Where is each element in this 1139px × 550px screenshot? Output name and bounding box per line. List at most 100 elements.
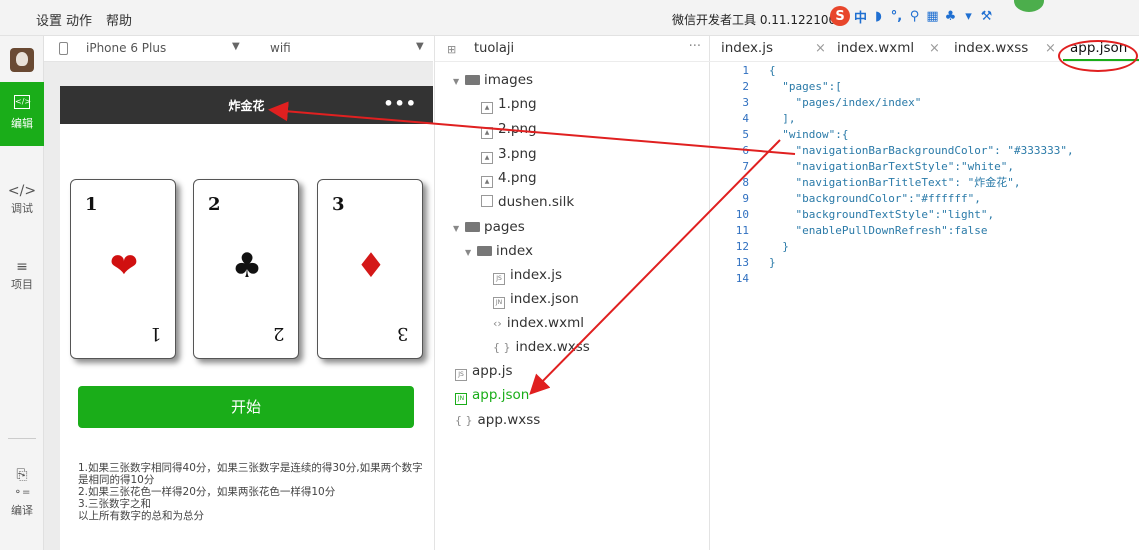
- file-icon: [481, 195, 493, 207]
- close-icon[interactable]: ×: [925, 40, 940, 56]
- tree-node-label: 2.png: [498, 121, 537, 137]
- file-2-png[interactable]: ▲ 2.png: [481, 121, 537, 139]
- code-line: }: [769, 256, 776, 269]
- code-icon: </>: [7, 183, 37, 199]
- js-file-icon: JS: [493, 273, 505, 285]
- settings-small-icon: ⚬=: [13, 487, 31, 498]
- tree-node-label: index.wxss: [515, 339, 590, 355]
- tree-node-label: 4.png: [498, 170, 537, 186]
- code-line: }: [769, 240, 789, 253]
- ime-wrench-icon[interactable]: ⚒: [979, 9, 994, 24]
- window-title: 微信开发者工具 0.11.122100: [672, 13, 837, 27]
- line-number: 5: [742, 128, 749, 141]
- avatar[interactable]: [10, 48, 34, 72]
- image-file-icon: ▲: [481, 127, 493, 139]
- nav-title: 炸金花: [228, 99, 265, 113]
- tab-index-wxss[interactable]: index.wxss: [954, 40, 1028, 56]
- sidebar-item-edit[interactable]: </> 编辑: [0, 82, 44, 146]
- code-line: "enablePullDownRefresh":false: [769, 224, 988, 237]
- tab-label: index.wxml: [837, 40, 915, 56]
- tree-node-label: index: [496, 243, 533, 259]
- line-number: 11: [735, 224, 749, 237]
- caret-down-icon[interactable]: ▼: [453, 77, 465, 86]
- line-number: 14: [735, 272, 749, 285]
- tab-index-wxml[interactable]: index.wxml: [837, 40, 914, 56]
- folder-pages[interactable]: ▼ pages: [453, 219, 525, 235]
- rule-line: 1.如果三张数字相同得40分，如果三张数字是连续的得30分,如果两个数字是相同的…: [78, 462, 423, 486]
- close-icon[interactable]: ×: [811, 40, 826, 56]
- tree-node-label: dushen.silk: [498, 194, 575, 210]
- playing-card[interactable]: 1 ❤ 1: [70, 179, 176, 359]
- tab-index-js[interactable]: index.js: [721, 40, 773, 56]
- tree-node-label: app.js: [472, 363, 513, 379]
- ime-moon-icon[interactable]: ◗: [871, 9, 886, 24]
- tab-close[interactable]: ×: [929, 41, 940, 56]
- caret-down-icon[interactable]: ▼: [465, 248, 477, 257]
- more-icon[interactable]: ···: [689, 39, 701, 54]
- code-line: "navigationBarTitleText": "炸金花",: [769, 176, 1021, 189]
- playing-card[interactable]: 3 ♦ 3: [317, 179, 423, 359]
- sidebar-item-compile[interactable]: ⎘ ⚬= 编译: [0, 466, 44, 518]
- folder-index[interactable]: ▼ index: [465, 243, 533, 259]
- more-icon[interactable]: •••: [383, 94, 417, 113]
- ime-keyboard-icon[interactable]: ▦: [925, 9, 940, 24]
- tree-node-label: index.json: [510, 291, 579, 307]
- file-index-json[interactable]: JN index.json: [493, 291, 579, 309]
- navigation-bar: 炸金花 •••: [60, 86, 433, 124]
- simulator-area: 炸金花 ••• 1 ❤ 1 2 ♣ 2 3 ♦ 3 开始 1.如果三张数字相同得…: [44, 62, 433, 550]
- ime-shirt-icon[interactable]: ▾: [961, 9, 976, 24]
- folder-icon: [465, 75, 480, 85]
- style-file-icon: { }: [455, 414, 473, 427]
- folder-images[interactable]: ▼ images: [453, 72, 533, 88]
- network-select[interactable]: wifi: [270, 41, 291, 55]
- code-line: "window":{: [769, 128, 849, 141]
- menu-help[interactable]: 帮助: [106, 10, 132, 29]
- left-sidebar: </> 编辑 </> 调试 ≡ 项目 ⎘ ⚬= 编译: [0, 36, 44, 550]
- file-index-wxss[interactable]: { } index.wxss: [493, 339, 590, 355]
- close-icon[interactable]: ×: [1041, 40, 1056, 56]
- line-number: 13: [735, 256, 749, 269]
- file-dushen-silk[interactable]: dushen.silk: [481, 194, 574, 210]
- device-select[interactable]: iPhone 6 Plus: [86, 41, 166, 55]
- file-3-png[interactable]: ▲ 3.png: [481, 146, 537, 164]
- notification-badge: [1014, 0, 1044, 12]
- sidebar-item-project[interactable]: ≡ 项目: [0, 258, 44, 292]
- tab-close[interactable]: ×: [815, 41, 826, 56]
- phone-screen: 炸金花 ••• 1 ❤ 1 2 ♣ 2 3 ♦ 3 开始 1.如果三张数字相同得…: [60, 86, 433, 550]
- menu-settings[interactable]: 设置: [36, 10, 62, 29]
- file-app-json[interactable]: JN app.json: [455, 387, 529, 405]
- file-app-js[interactable]: JS app.js: [455, 363, 513, 381]
- code-line: "pages":[: [769, 80, 842, 93]
- ime-punct-icon[interactable]: °,: [889, 9, 904, 24]
- file-1-png[interactable]: ▲ 1.png: [481, 96, 537, 114]
- sogou-icon[interactable]: S: [830, 6, 850, 26]
- code-line: ],: [769, 112, 796, 125]
- line-number: 3: [742, 96, 749, 109]
- file-tree: ⊞ tuolaji ··· ▼ images ▲ 1.png ▲ 2.png ▲ 3.p…: [434, 36, 711, 550]
- rule-line: 2.如果三张花色一样得20分，如果两张花色一样得10分: [78, 486, 336, 498]
- caret-down-icon[interactable]: ▼: [453, 224, 465, 233]
- chevron-down-icon[interactable]: ▼: [416, 41, 424, 52]
- file-index-js[interactable]: JS index.js: [493, 267, 562, 285]
- tab-close[interactable]: ×: [1045, 41, 1056, 56]
- style-file-icon: { }: [493, 341, 511, 354]
- ime-mic-icon[interactable]: ⚲: [907, 9, 922, 24]
- tree-node-label: app.wxss: [477, 412, 541, 428]
- card-number: 3: [332, 194, 345, 215]
- file-app-wxss[interactable]: { } app.wxss: [455, 412, 540, 428]
- line-number: 7: [742, 160, 749, 173]
- diamond-icon: ♦: [355, 246, 387, 286]
- file-4-png[interactable]: ▲ 4.png: [481, 170, 537, 188]
- chevron-down-icon[interactable]: ▼: [232, 41, 240, 52]
- file-index-wxml[interactable]: ‹› index.wxml: [493, 315, 584, 331]
- compile-icon: ⎘: [16, 467, 28, 483]
- sidebar-divider: [8, 438, 36, 439]
- start-button[interactable]: 开始: [78, 386, 414, 428]
- sidebar-item-debug[interactable]: </> 调试: [0, 182, 44, 216]
- playing-card[interactable]: 2 ♣ 2: [193, 179, 299, 359]
- tab-label: index.js: [721, 40, 774, 56]
- simulator-toolbar: iPhone 6 Plus ▼ wifi ▼: [44, 36, 433, 62]
- ime-chinese-icon[interactable]: 中: [853, 7, 868, 26]
- menu-actions[interactable]: 动作: [66, 10, 92, 29]
- ime-skin-icon[interactable]: ♣: [943, 9, 958, 24]
